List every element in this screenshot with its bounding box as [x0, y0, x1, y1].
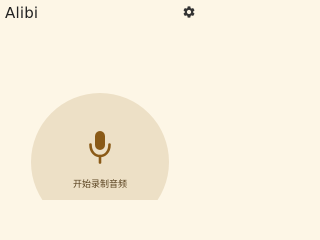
- app-title: Alibi: [5, 4, 39, 22]
- gear-icon: [182, 5, 196, 19]
- record-audio-label: 开始录制音频: [72, 180, 127, 190]
- app-screen: Alibi 开始录制音频: [0, 0, 200, 200]
- microphone-icon: [86, 129, 114, 165]
- record-audio-button[interactable]: 开始录制音频: [31, 93, 169, 200]
- settings-button[interactable]: [182, 5, 196, 19]
